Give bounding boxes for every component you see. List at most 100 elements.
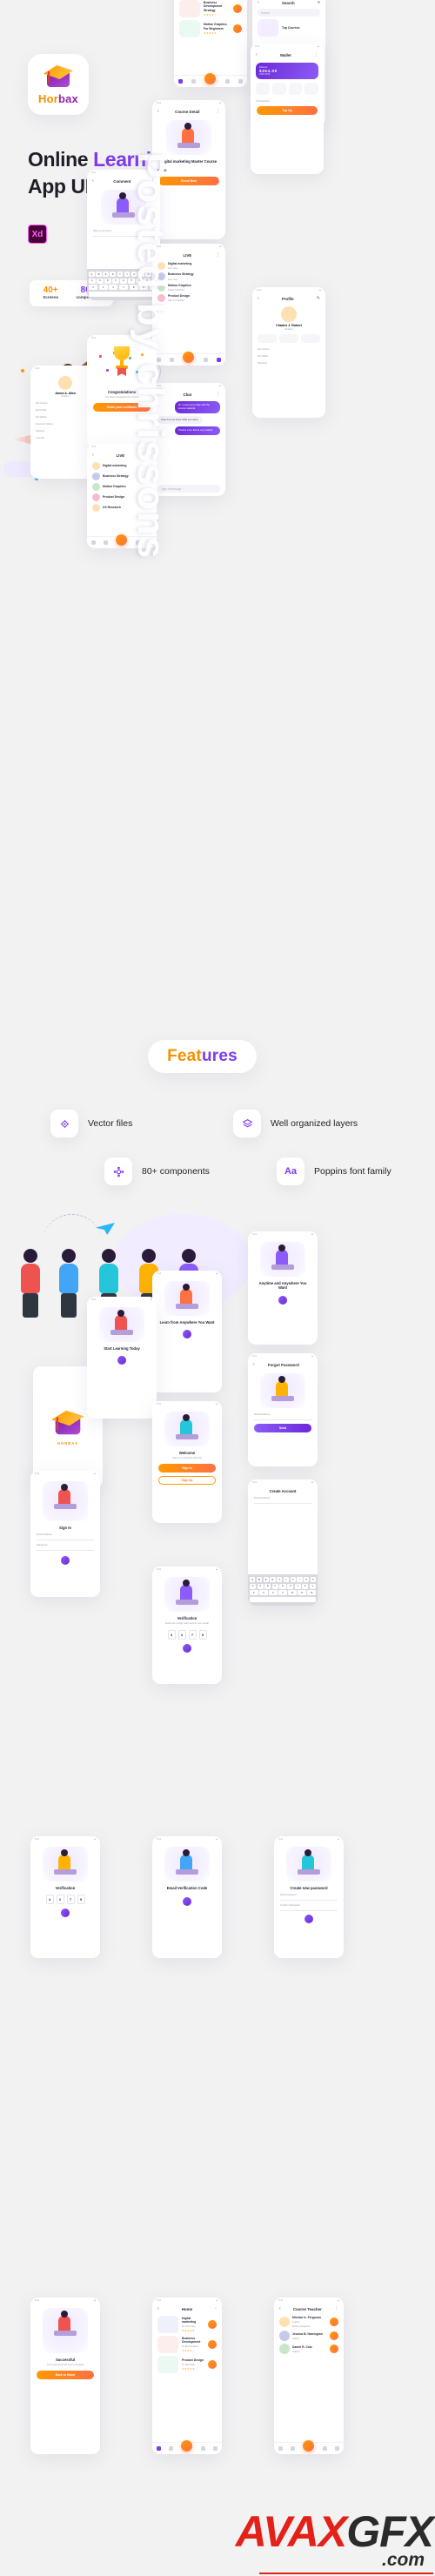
screen-instructor-list[interactable]: 9:41 ▰ ‹ Course Teacher ⋮ Michael A. Fergus… xyxy=(274,2298,344,2454)
back-chevron-icon[interactable]: ‹ xyxy=(157,2306,159,2311)
new-password-field[interactable]: New Password xyxy=(280,1893,338,1902)
key[interactable]: C xyxy=(109,285,118,290)
list-item[interactable]: Product Design xyxy=(92,493,151,501)
sign-in-button[interactable] xyxy=(61,1556,70,1566)
key[interactable]: Z xyxy=(89,285,98,290)
key[interactable]: Q xyxy=(88,272,95,277)
quick-action[interactable] xyxy=(256,83,270,95)
key[interactable]: D xyxy=(264,1583,271,1589)
key[interactable]: F xyxy=(112,278,119,284)
key[interactable]: G xyxy=(279,1583,286,1589)
list-item[interactable]: Digital marketing Live now xyxy=(157,262,220,270)
next-button[interactable] xyxy=(278,1295,287,1305)
follow-icon-button[interactable] xyxy=(330,2318,338,2327)
bottom-navigation[interactable] xyxy=(152,351,225,366)
list-item[interactable]: Business Strategy Live now xyxy=(157,272,220,281)
key[interactable]: Z xyxy=(249,1590,258,1595)
key[interactable]: Y xyxy=(124,272,130,277)
key[interactable]: U xyxy=(130,272,137,277)
edit-icon[interactable]: ✎ xyxy=(317,296,320,301)
screen-live-classes[interactable]: 9:41 ▰ ‹ LIVE ⋮ Digital marketing Live no… xyxy=(152,244,225,366)
screen-signin[interactable]: 9:41 ▰ Sign In Email Address Password xyxy=(30,1471,100,1597)
key[interactable]: N xyxy=(298,1590,306,1595)
nav-home-icon[interactable] xyxy=(157,358,162,362)
list-item[interactable]: Daniel R. Cole Author xyxy=(279,2344,338,2355)
screen-welcome[interactable]: 9:41 ▰ Welcome Sign in to continue learni… xyxy=(152,1401,222,1523)
list-item[interactable]: Jessica B. Harrington Author xyxy=(279,2331,338,2342)
key[interactable]: S xyxy=(257,1583,264,1589)
key[interactable]: Y xyxy=(283,1577,289,1582)
bottom-navigation[interactable] xyxy=(87,533,157,548)
list-item[interactable]: Business Strategy xyxy=(92,473,151,480)
screen-forgot-password[interactable]: 9:41 ▰ ‹ Forgot Password Email Address Sen… xyxy=(248,1353,318,1466)
sign-up-button[interactable]: Sign Up xyxy=(158,1476,216,1486)
back-chevron-icon[interactable]: ‹ xyxy=(157,109,159,114)
course-card[interactable]: Business Development Strategy ★★★★☆ xyxy=(179,0,242,17)
nav-search-icon[interactable] xyxy=(170,358,175,362)
follow-icon-button[interactable] xyxy=(330,2331,338,2341)
list-item[interactable]: Product Design Starts 6:30 PM xyxy=(157,294,220,302)
otp-digit[interactable]: 9 xyxy=(198,1630,207,1640)
otp-digit[interactable]: 2 xyxy=(177,1630,186,1640)
nav-profile-icon[interactable] xyxy=(213,2446,218,2451)
send-button[interactable]: Send xyxy=(254,1424,311,1432)
enroll-icon-button[interactable] xyxy=(233,24,242,33)
key[interactable]: K xyxy=(302,1583,309,1589)
space-key[interactable] xyxy=(250,1596,316,1602)
key[interactable]: N xyxy=(139,285,149,290)
password-field[interactable]: Password xyxy=(37,1543,94,1552)
more-icon[interactable]: ⋮ xyxy=(314,52,318,57)
key[interactable]: W xyxy=(256,1577,262,1582)
screen-live-list[interactable]: 9:41 ▰ ‹ LIVE ⋮ Digital marketing Busine… xyxy=(87,444,157,548)
nav-profile-icon[interactable] xyxy=(335,2446,340,2451)
menu-item[interactable]: Log Out xyxy=(36,435,95,439)
screen-home-courses[interactable]: 9:41 ▰ ‹ Home ◦ Search Digital marketing… xyxy=(174,0,247,87)
key[interactable]: T xyxy=(117,272,124,277)
screen-create-password[interactable]: 9:41 ▰ Create new password New Password C… xyxy=(274,1836,344,1958)
otp-digit[interactable]: 4 xyxy=(45,1895,54,1905)
key[interactable]: R xyxy=(110,272,117,277)
nav-profile-icon[interactable] xyxy=(238,79,243,84)
screen-onboarding-2[interactable]: 9:41 ▰ Anytime and Anywhere You Want xyxy=(248,1231,318,1345)
more-icon[interactable]: ⋮ xyxy=(334,2306,338,2311)
back-chevron-icon[interactable]: ‹ xyxy=(258,0,259,5)
key[interactable]: D xyxy=(104,278,111,284)
list-item[interactable]: Digital marketing xyxy=(92,462,151,470)
confirm-password-field[interactable]: Confirm Password xyxy=(280,1903,338,1912)
nav-add-button[interactable] xyxy=(204,72,217,84)
key[interactable]: X xyxy=(259,1590,268,1595)
menu-item[interactable]: My Profile xyxy=(36,407,95,412)
list-item[interactable]: Motion Graphics xyxy=(92,483,151,491)
list-item[interactable]: UX Research xyxy=(92,504,151,512)
key[interactable]: A xyxy=(88,278,96,284)
nav-add-button[interactable] xyxy=(116,533,128,546)
key[interactable]: B xyxy=(129,285,138,290)
back-chevron-icon[interactable]: ‹ xyxy=(258,296,259,301)
key[interactable]: J xyxy=(136,278,143,284)
otp-input-group[interactable]: 4 2 7 9 xyxy=(30,1895,100,1905)
menu-item[interactable]: My Course xyxy=(36,400,95,405)
back-chevron-icon[interactable]: ‹ xyxy=(253,1362,255,1367)
key[interactable]: V xyxy=(278,1590,287,1595)
nav-profile-icon[interactable] xyxy=(216,358,221,362)
nav-search-icon[interactable] xyxy=(291,2446,296,2451)
menu-item[interactable]: My Course xyxy=(258,346,320,351)
screen-onboarding-3[interactable]: 9:41 ▰ Start Learning Today xyxy=(87,1297,157,1419)
menu-item[interactable]: My Wallet xyxy=(258,353,320,358)
on-screen-keyboard[interactable]: QWERTYUIOP ASDFGHJKL ZXCVBNM xyxy=(248,1574,318,1606)
screen-onboarding-1[interactable]: 9:41 ▰ Learn from Anywhere You Want xyxy=(152,1271,222,1392)
key[interactable]: V xyxy=(118,285,129,290)
screen-signup-keyboard[interactable]: 9:41 ▰ Create Account Email Address QWERT… xyxy=(248,1479,318,1606)
otp-digit[interactable]: 4 xyxy=(167,1630,176,1640)
more-icon[interactable]: ⋮ xyxy=(147,453,151,458)
save-button[interactable] xyxy=(304,1915,313,1924)
key[interactable]: O xyxy=(304,1577,310,1582)
screen-success[interactable]: 9:41 ▰ Successful Your password has been … xyxy=(30,2298,100,2454)
filter-icon[interactable]: ≡ xyxy=(318,0,320,5)
key[interactable]: O xyxy=(145,272,151,277)
key[interactable]: M xyxy=(307,1590,317,1595)
back-chevron-icon[interactable]: ‹ xyxy=(256,52,258,57)
course-card[interactable]: Top Courses xyxy=(258,19,320,37)
bell-icon[interactable]: ◦ xyxy=(215,2306,217,2311)
nav-search-icon[interactable] xyxy=(191,79,197,84)
